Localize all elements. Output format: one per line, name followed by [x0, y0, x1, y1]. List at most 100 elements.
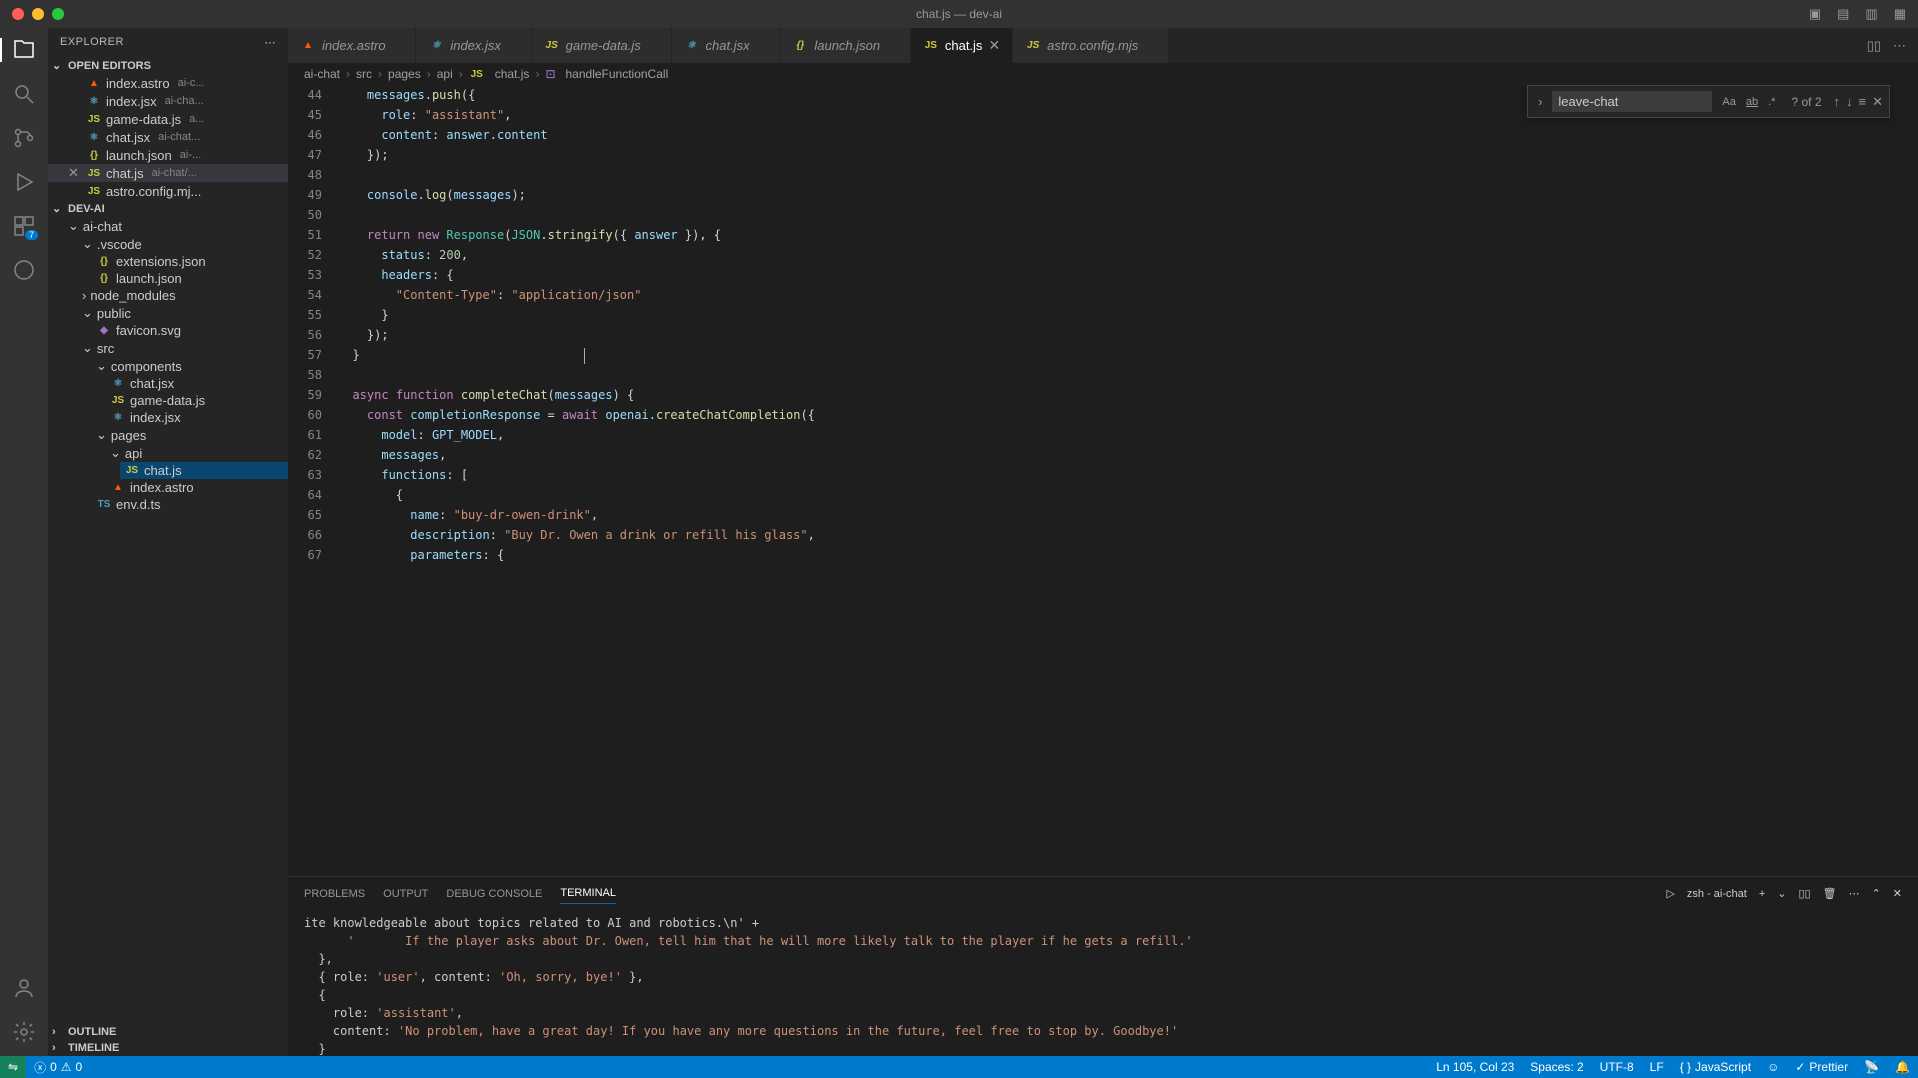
file-chat-js[interactable]: JSchat.js — [120, 462, 288, 479]
open-editor-item[interactable]: ✕JSchat.jsai-chat/... — [48, 164, 288, 182]
window-minimize[interactable] — [32, 8, 44, 20]
folder-components[interactable]: ⌄components — [92, 357, 288, 375]
open-editor-item[interactable]: ✕{}launch.jsonai-... — [48, 146, 288, 164]
open-editor-item[interactable]: ✕JSgame-data.jsa... — [48, 110, 288, 128]
layout-customize-icon[interactable]: ▦ — [1894, 6, 1906, 22]
panel-tab[interactable]: PROBLEMS — [304, 884, 365, 904]
status-spaces[interactable]: Spaces: 2 — [1522, 1060, 1591, 1074]
search-icon[interactable] — [12, 82, 36, 106]
editor-tab[interactable]: JSastro.config.mjs✕ — [1013, 28, 1169, 63]
file-game-data[interactable]: JSgame-data.js — [106, 392, 288, 409]
find-case-icon[interactable]: Aa — [1718, 94, 1739, 110]
terminal-shell-label[interactable]: zsh - ai-chat — [1687, 888, 1747, 900]
file-launch-json[interactable]: {}launch.json — [92, 270, 288, 287]
edge-icon[interactable] — [12, 258, 36, 282]
find-close-icon[interactable]: ✕ — [1872, 94, 1883, 110]
window-close[interactable] — [12, 8, 24, 20]
layout-sidebar-left-icon[interactable]: ▣ — [1809, 6, 1821, 22]
status-language[interactable]: { } JavaScript — [1672, 1060, 1759, 1074]
find-prev-icon[interactable]: ↑ — [1834, 94, 1841, 110]
find-input[interactable] — [1552, 91, 1712, 112]
explorer-more-icon[interactable]: ⋯ — [265, 36, 277, 49]
terminal-split-icon[interactable]: ▯▯ — [1798, 887, 1810, 900]
folder-vscode[interactable]: ⌄.vscode — [78, 235, 288, 253]
open-editor-item[interactable]: ✕▲index.astroai-c... — [48, 74, 288, 92]
editor-tab[interactable]: {}launch.json✕ — [780, 28, 911, 63]
editor-tab[interactable]: ▲index.astro✕ — [288, 28, 416, 63]
file-env-dts[interactable]: TSenv.d.ts — [92, 496, 288, 513]
account-icon[interactable] — [12, 976, 36, 1000]
panel-tab[interactable]: TERMINAL — [560, 883, 616, 904]
split-editor-icon[interactable]: ▯▯ — [1867, 38, 1881, 54]
timeline-section[interactable]: ›TIMELINE — [48, 1040, 288, 1056]
folder-ai-chat[interactable]: ⌄ai-chat — [64, 217, 288, 235]
settings-gear-icon[interactable] — [12, 1020, 36, 1044]
layout-panel-icon[interactable]: ▤ — [1837, 6, 1849, 22]
window-maximize[interactable] — [52, 8, 64, 20]
file-type-icon: JS — [923, 40, 939, 51]
project-section[interactable]: ⌄DEV-AI — [48, 200, 288, 217]
editor-tab[interactable]: JSgame-data.js✕ — [532, 28, 672, 63]
status-live-icon[interactable]: 📡 — [1856, 1060, 1887, 1074]
find-regex-icon[interactable]: .​* — [1764, 94, 1779, 110]
find-word-icon[interactable]: ab — [1742, 94, 1762, 110]
terminal-kill-icon[interactable]: 🗑 — [1823, 887, 1837, 900]
open-editor-item[interactable]: ✕⚛chat.jsxai-chat... — [48, 128, 288, 146]
terminal-maximize-icon[interactable]: ⌃ — [1872, 887, 1881, 900]
explorer-icon[interactable] — [0, 38, 36, 62]
terminal-dropdown-icon[interactable]: ⌄ — [1777, 887, 1786, 900]
terminal-close-icon[interactable]: ✕ — [1893, 887, 1902, 900]
file-index-jsx[interactable]: ⚛index.jsx — [106, 409, 288, 426]
file-extensions-json[interactable]: {}extensions.json — [92, 253, 288, 270]
close-icon[interactable]: ✕ — [988, 37, 1000, 54]
open-editor-item[interactable]: ✕JSastro.config.mj... — [48, 182, 288, 200]
panel-tab[interactable]: OUTPUT — [383, 884, 428, 904]
breadcrumb-segment[interactable]: src — [356, 67, 372, 81]
remote-button[interactable]: ⇋ — [0, 1056, 26, 1078]
breadcrumb-segment[interactable]: pages — [388, 67, 421, 81]
debug-icon[interactable] — [12, 170, 36, 194]
file-index-astro[interactable]: ▲index.astro — [106, 479, 288, 496]
file-favicon[interactable]: ◆favicon.svg — [92, 322, 288, 339]
terminal-launch-icon[interactable]: ▷ — [1666, 887, 1674, 900]
breadcrumb-segment[interactable]: ai-chat — [304, 67, 340, 81]
find-next-icon[interactable]: ↓ — [1846, 94, 1853, 110]
find-toggle-replace-icon[interactable]: › — [1534, 90, 1546, 113]
layout-sidebar-right-icon[interactable]: ▥ — [1865, 6, 1877, 22]
open-editors-section[interactable]: ⌄OPEN EDITORS — [48, 57, 288, 74]
terminal-new-icon[interactable]: + — [1759, 888, 1765, 900]
folder-pages[interactable]: ⌄pages — [92, 426, 288, 444]
editor-tab[interactable]: ⚛index.jsx✕ — [416, 28, 531, 63]
status-feedback-icon[interactable]: ☺ — [1759, 1060, 1787, 1074]
folder-src[interactable]: ⌄src — [78, 339, 288, 357]
status-prettier[interactable]: ✓ Prettier — [1787, 1060, 1856, 1074]
folder-node-modules[interactable]: ›node_modules — [78, 287, 288, 304]
close-icon[interactable]: ✕ — [68, 165, 82, 181]
panel-tab[interactable]: DEBUG CONSOLE — [446, 884, 542, 904]
editor-tab[interactable]: ⚛chat.jsx✕ — [672, 28, 781, 63]
folder-public[interactable]: ⌄public — [78, 304, 288, 322]
find-count: ? of 2 — [1785, 95, 1827, 109]
open-editor-item[interactable]: ✕⚛index.jsxai-cha... — [48, 92, 288, 110]
folder-api[interactable]: ⌄api — [106, 444, 288, 462]
breadcrumb-segment[interactable]: chat.js — [495, 67, 530, 81]
breadcrumb[interactable]: ai-chat›src›pages›api›JSchat.js›⊡handleF… — [288, 63, 1918, 85]
find-selection-icon[interactable]: ≡ — [1859, 94, 1867, 110]
terminal-output[interactable]: ite knowledgeable about topics related t… — [288, 910, 1918, 1056]
terminal-more-icon[interactable]: ⋯ — [1849, 887, 1860, 900]
editor[interactable]: › Aa ab .​* ? of 2 ↑ ↓ ≡ ✕ 4445464 — [288, 85, 1918, 876]
outline-section[interactable]: ›OUTLINE — [48, 1024, 288, 1040]
file-chat-jsx[interactable]: ⚛chat.jsx — [106, 375, 288, 392]
editor-tab[interactable]: JSchat.js✕ — [911, 28, 1013, 63]
tab-more-icon[interactable]: ⋯ — [1893, 38, 1906, 54]
status-errors[interactable]: ⓧ 0 ⚠ 0 — [26, 1059, 90, 1076]
extensions-icon[interactable]: 7 — [12, 214, 36, 238]
status-encoding[interactable]: UTF-8 — [1592, 1060, 1642, 1074]
breadcrumb-segment[interactable]: api — [437, 67, 453, 81]
code-content[interactable]: messages.push({ role: "assistant", conte… — [338, 85, 1918, 876]
status-eol[interactable]: LF — [1642, 1060, 1672, 1074]
status-bell-icon[interactable]: 🔔 — [1887, 1060, 1918, 1074]
status-position[interactable]: Ln 105, Col 23 — [1428, 1060, 1522, 1074]
breadcrumb-segment[interactable]: handleFunctionCall — [566, 67, 669, 81]
source-control-icon[interactable] — [12, 126, 36, 150]
